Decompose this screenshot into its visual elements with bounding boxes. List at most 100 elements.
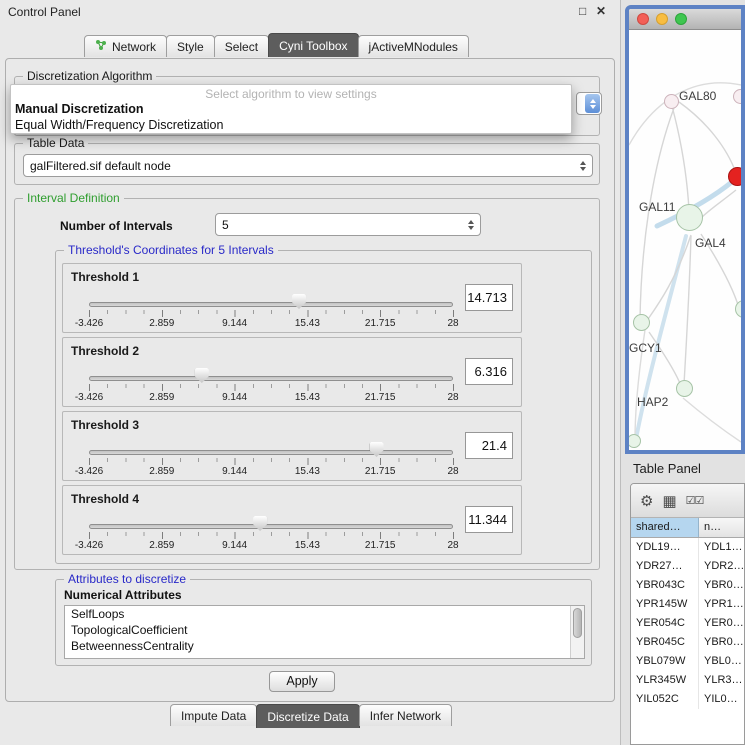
combo-stepper-icon[interactable] bbox=[585, 94, 600, 113]
threshold-3-panel: Threshold 3 -3.426 2.859 9.144 15.43 21.… bbox=[62, 411, 522, 481]
scale-label: 9.144 bbox=[222, 540, 247, 551]
scale-label: 2.859 bbox=[149, 392, 174, 403]
thresholds-group-title: Threshold's Coordinates for 5 Intervals bbox=[64, 243, 278, 257]
tab-jactivemnodules[interactable]: jActiveMNodules bbox=[358, 35, 469, 57]
network-node[interactable] bbox=[676, 204, 703, 231]
list-item[interactable]: TopologicalCoefficient bbox=[65, 622, 584, 638]
slider-scale: -3.426 2.859 9.144 15.43 21.715 28 bbox=[89, 466, 453, 478]
network-node-label[interactable]: GAL11 bbox=[639, 200, 675, 214]
scrollbar-thumb[interactable] bbox=[573, 608, 582, 638]
slider-track[interactable] bbox=[89, 302, 453, 307]
table-row[interactable]: YIL052CYIL0… bbox=[631, 690, 744, 709]
threshold-4-panel: Threshold 4 -3.426 2.859 9.144 15.43 21.… bbox=[62, 485, 522, 555]
scale-label: 21.715 bbox=[365, 318, 396, 329]
threshold-2-slider[interactable]: -3.426 2.859 9.144 15.43 21.715 28 bbox=[89, 364, 453, 404]
float-window-icon[interactable]: □ bbox=[579, 4, 586, 18]
slider-scale: -3.426 2.859 9.144 15.43 21.715 28 bbox=[89, 318, 453, 330]
list-scrollbar[interactable] bbox=[570, 606, 584, 658]
numerical-attributes-list[interactable]: SelfLoops TopologicalCoefficient Between… bbox=[64, 605, 585, 659]
threshold-3-slider[interactable]: -3.426 2.859 9.144 15.43 21.715 28 bbox=[89, 438, 453, 478]
table-row[interactable]: YBR045CYBR0… bbox=[631, 633, 744, 652]
scale-label: -3.426 bbox=[75, 540, 103, 551]
panel-title: Control Panel bbox=[8, 5, 81, 19]
table-row[interactable]: YBR043CYBR0… bbox=[631, 576, 744, 595]
combo-stepper-icon bbox=[468, 220, 474, 230]
table-row[interactable]: YPR145WYPR1… bbox=[631, 595, 744, 614]
threshold-4-value-field[interactable]: 11.344 bbox=[465, 506, 513, 533]
algorithm-combobox[interactable] bbox=[576, 92, 602, 115]
table-data-combobox[interactable]: galFiltered.sif default node bbox=[23, 154, 593, 177]
scale-label: 2.859 bbox=[149, 540, 174, 551]
threshold-4-label: Threshold 4 bbox=[71, 492, 139, 506]
minimize-button[interactable] bbox=[656, 13, 668, 25]
threshold-1-value-field[interactable]: 14.713 bbox=[465, 284, 513, 311]
close-button[interactable] bbox=[637, 13, 649, 25]
scale-label: 9.144 bbox=[222, 392, 247, 403]
apply-button[interactable]: Apply bbox=[269, 671, 335, 692]
column-header-shared-name[interactable]: shared… bbox=[631, 518, 699, 537]
slider-track[interactable] bbox=[89, 524, 453, 529]
dropdown-prompt: Select algorithm to view settings bbox=[11, 85, 571, 101]
table-panel-window: ⚙ ▦ ☑☑ shared… n… YDL19…YDL1… YDR27…YDR2… bbox=[630, 483, 745, 745]
scale-label: 2.859 bbox=[149, 318, 174, 329]
slider-track[interactable] bbox=[89, 450, 453, 455]
dropdown-option-equal-width[interactable]: Equal Width/Frequency Discretization bbox=[11, 117, 571, 133]
scale-label: 2.859 bbox=[149, 466, 174, 477]
network-node[interactable] bbox=[676, 380, 693, 397]
slider-major-ticks bbox=[89, 532, 454, 539]
gear-icon[interactable]: ⚙ bbox=[640, 492, 653, 510]
dropdown-option-manual[interactable]: Manual Discretization bbox=[11, 101, 571, 117]
network-node-label[interactable]: HAP2 bbox=[637, 395, 668, 409]
network-node[interactable] bbox=[664, 94, 679, 109]
column-header-name[interactable]: n… bbox=[699, 518, 744, 537]
list-item[interactable]: SelfLoops bbox=[65, 606, 584, 622]
network-node-label[interactable]: GCY1 bbox=[629, 341, 662, 355]
table-data-value: galFiltered.sif default node bbox=[30, 159, 171, 173]
table-header-row: shared… n… bbox=[631, 518, 744, 538]
tab-select[interactable]: Select bbox=[214, 35, 269, 57]
tab-cyni-toolbox[interactable]: Cyni Toolbox bbox=[268, 33, 358, 57]
table-row[interactable]: YDR27…YDR2… bbox=[631, 557, 744, 576]
threshold-3-value-field[interactable]: 21.4 bbox=[465, 432, 513, 459]
network-view-window[interactable]: GAL80 GAL11 GAL4 GCY1 HAP2 bbox=[625, 5, 745, 454]
list-item[interactable]: BetweennessCentrality bbox=[65, 638, 584, 654]
slider-scale: -3.426 2.859 9.144 15.43 21.715 28 bbox=[89, 540, 453, 552]
select-rows-icon[interactable]: ☑☑ bbox=[686, 494, 704, 507]
number-of-intervals-combobox[interactable]: 5 bbox=[215, 213, 481, 236]
tab-network[interactable]: Network bbox=[84, 35, 167, 57]
threshold-2-value-field[interactable]: 6.316 bbox=[465, 358, 513, 385]
network-node[interactable] bbox=[633, 314, 650, 331]
threshold-4-slider[interactable]: -3.426 2.859 9.144 15.43 21.715 28 bbox=[89, 512, 453, 552]
table-row[interactable]: YDL19…YDL1… bbox=[631, 538, 744, 557]
tab-label: Network bbox=[112, 40, 156, 54]
threshold-1-slider[interactable]: -3.426 2.859 9.144 15.43 21.715 28 bbox=[89, 290, 453, 330]
tab-infer-network[interactable]: Infer Network bbox=[359, 704, 452, 726]
columns-icon[interactable]: ▦ bbox=[662, 492, 676, 510]
table-row[interactable]: YLR345WYLR3… bbox=[631, 671, 744, 690]
scale-label: 28 bbox=[447, 540, 458, 551]
slider-track[interactable] bbox=[89, 376, 453, 381]
scale-label: 21.715 bbox=[365, 540, 396, 551]
zoom-button[interactable] bbox=[675, 13, 687, 25]
algorithm-dropdown: Select algorithm to view settings Manual… bbox=[10, 84, 572, 134]
number-of-intervals-label: Number of Intervals bbox=[60, 219, 173, 233]
table-row[interactable]: YER054CYER0… bbox=[631, 614, 744, 633]
network-node-label[interactable]: GAL80 bbox=[679, 89, 716, 103]
scale-label: 21.715 bbox=[365, 466, 396, 477]
tab-discretize-data[interactable]: Discretize Data bbox=[256, 704, 359, 728]
threshold-2-label: Threshold 2 bbox=[71, 344, 139, 358]
network-node-selected[interactable] bbox=[728, 167, 741, 186]
threshold-2-panel: Threshold 2 -3.426 2.859 9.144 15.43 21.… bbox=[62, 337, 522, 407]
table-row[interactable]: YBL079WYBL0… bbox=[631, 652, 744, 671]
network-node[interactable] bbox=[733, 89, 741, 104]
close-icon[interactable]: ✕ bbox=[596, 4, 606, 18]
slider-major-ticks bbox=[89, 310, 454, 317]
scale-label: 28 bbox=[447, 318, 458, 329]
network-canvas[interactable]: GAL80 GAL11 GAL4 GCY1 HAP2 bbox=[629, 30, 741, 450]
scale-label: 15.43 bbox=[295, 540, 320, 551]
scale-label: 28 bbox=[447, 466, 458, 477]
table-toolbar: ⚙ ▦ ☑☑ bbox=[631, 484, 744, 518]
tab-impute-data[interactable]: Impute Data bbox=[170, 704, 257, 726]
tab-style[interactable]: Style bbox=[166, 35, 215, 57]
network-node-label[interactable]: GAL4 bbox=[695, 236, 726, 250]
